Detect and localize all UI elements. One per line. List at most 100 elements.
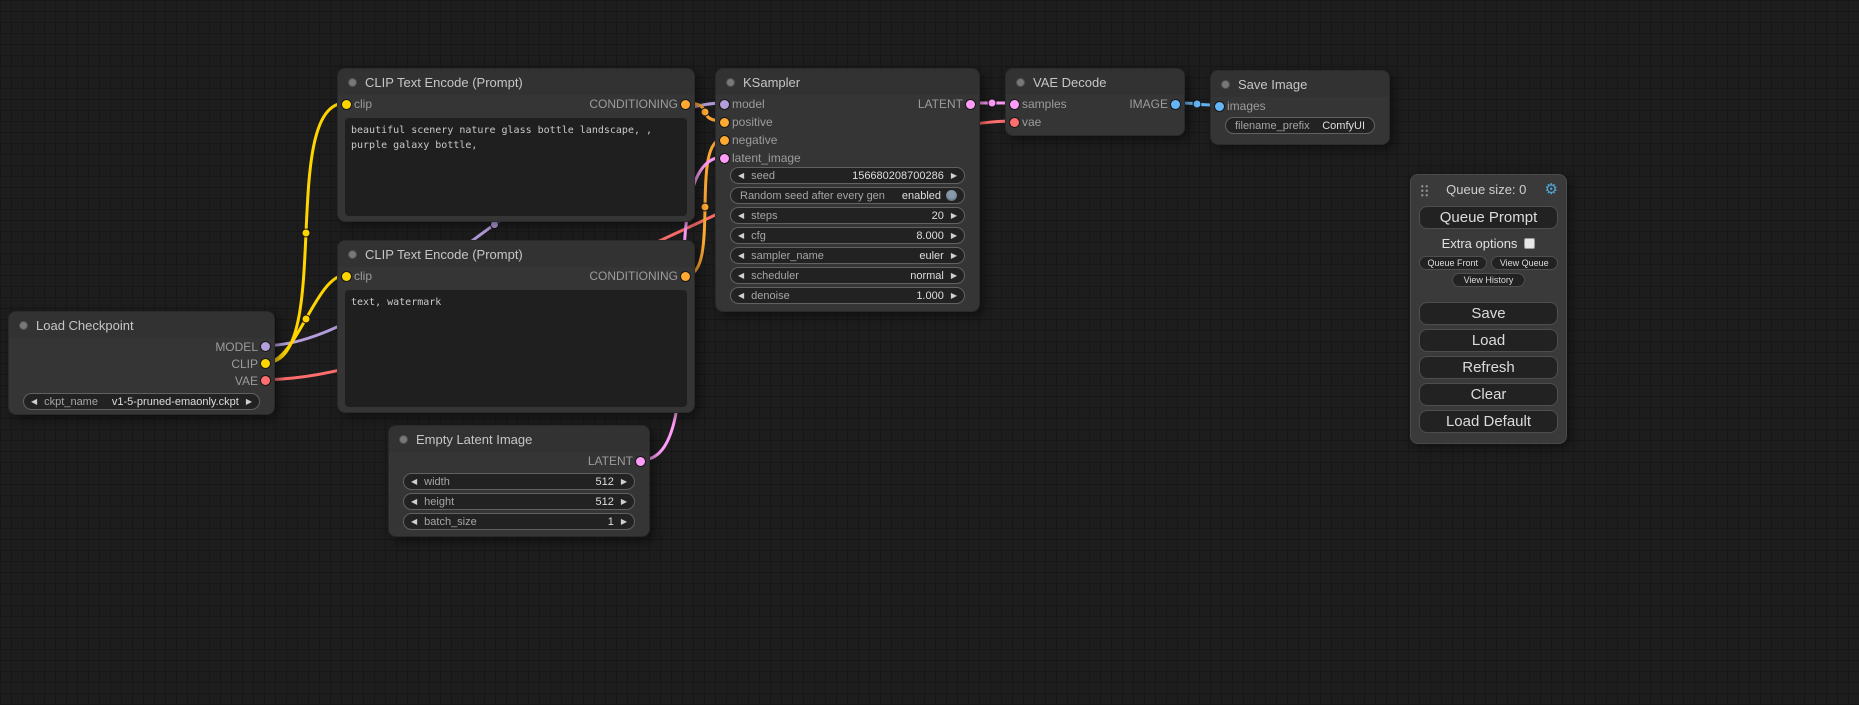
decrement-arrow-icon[interactable]: ◀ xyxy=(411,478,417,486)
vae-input-dot[interactable] xyxy=(1010,118,1019,127)
node-load-checkpoint[interactable]: Load Checkpoint MODEL CLIP VAE ◀ ckpt_na… xyxy=(8,311,275,415)
sampler-name-widget[interactable]: ◀ sampler_name euler ▶ xyxy=(730,247,965,264)
increment-arrow-icon[interactable]: ▶ xyxy=(951,172,957,180)
node-title: Save Image xyxy=(1238,77,1307,92)
node-save-image[interactable]: Save Image images filename_prefix ComfyU… xyxy=(1210,70,1390,145)
queue-panel[interactable]: Queue size: 0 ⚙ Queue Prompt Extra optio… xyxy=(1410,174,1567,444)
collapse-dot-icon[interactable] xyxy=(1016,78,1025,87)
positive-prompt-textarea[interactable]: beautiful scenery nature glass bottle la… xyxy=(345,118,687,216)
widget-label: seed xyxy=(751,170,775,182)
positive-input-dot[interactable] xyxy=(720,118,729,127)
seed-widget[interactable]: ◀ seed 156680208700286 ▶ xyxy=(730,167,965,184)
image-output-dot[interactable] xyxy=(1171,100,1180,109)
latent-output-dot[interactable] xyxy=(636,457,645,466)
conditioning-output-dot[interactable] xyxy=(681,272,690,281)
decrement-arrow-icon[interactable]: ◀ xyxy=(738,232,744,240)
model-output-slot: MODEL xyxy=(9,338,274,355)
collapse-dot-icon[interactable] xyxy=(19,321,28,330)
decrement-arrow-icon[interactable]: ◀ xyxy=(738,172,744,180)
node-titlebar[interactable]: CLIP Text Encode (Prompt) xyxy=(338,69,694,95)
increment-arrow-icon[interactable]: ▶ xyxy=(621,498,627,506)
node-empty-latent-image[interactable]: Empty Latent Image LATENT ◀ width 512 ▶ … xyxy=(388,425,650,537)
increment-arrow-icon[interactable]: ▶ xyxy=(621,518,627,526)
model-input-dot[interactable] xyxy=(720,100,729,109)
vae-slot-row: vae xyxy=(1006,113,1184,131)
node-graph-canvas[interactable]: Load Checkpoint MODEL CLIP VAE ◀ ckpt_na… xyxy=(0,0,1859,705)
cfg-widget[interactable]: ◀ cfg 8.000 ▶ xyxy=(730,227,965,244)
collapse-dot-icon[interactable] xyxy=(399,435,408,444)
widget-value: 1 xyxy=(608,516,614,528)
node-titlebar[interactable]: Empty Latent Image xyxy=(389,426,649,452)
view-queue-button[interactable]: View Queue xyxy=(1491,256,1559,270)
increment-arrow-icon[interactable]: ▶ xyxy=(951,292,957,300)
widget-label: height xyxy=(424,496,454,508)
drag-handle-icon[interactable] xyxy=(1419,183,1428,197)
load-button[interactable]: Load xyxy=(1419,329,1558,352)
filename-prefix-widget[interactable]: filename_prefix ComfyUI xyxy=(1225,117,1375,134)
decrement-arrow-icon[interactable]: ◀ xyxy=(411,518,417,526)
increment-arrow-icon[interactable]: ▶ xyxy=(246,398,252,406)
increment-arrow-icon[interactable]: ▶ xyxy=(951,232,957,240)
widget-value: enabled xyxy=(902,190,941,202)
latent-output-slot: LATENT xyxy=(389,452,649,470)
decrement-arrow-icon[interactable]: ◀ xyxy=(738,272,744,280)
queue-prompt-button[interactable]: Queue Prompt xyxy=(1419,206,1558,229)
samples-input-dot[interactable] xyxy=(1010,100,1019,109)
batch-size-widget[interactable]: ◀ batch_size 1 ▶ xyxy=(403,513,635,530)
refresh-button[interactable]: Refresh xyxy=(1419,356,1558,379)
conditioning-output-dot[interactable] xyxy=(681,100,690,109)
node-clip-text-encode-positive[interactable]: CLIP Text Encode (Prompt) clip CONDITION… xyxy=(337,68,695,222)
increment-arrow-icon[interactable]: ▶ xyxy=(951,252,957,260)
collapse-dot-icon[interactable] xyxy=(348,250,357,259)
clip-input-dot[interactable] xyxy=(342,272,351,281)
settings-gear-icon[interactable]: ⚙ xyxy=(1545,182,1558,197)
save-button[interactable]: Save xyxy=(1419,302,1558,325)
wire-midpoint-dot xyxy=(701,108,709,116)
collapse-dot-icon[interactable] xyxy=(1221,80,1230,89)
model-output-dot[interactable] xyxy=(261,342,270,351)
clear-button[interactable]: Clear xyxy=(1419,383,1558,406)
queue-panel-header: Queue size: 0 ⚙ xyxy=(1419,181,1558,198)
node-titlebar[interactable]: KSampler xyxy=(716,69,979,95)
queue-front-button[interactable]: Queue Front xyxy=(1419,256,1487,270)
widget-label: cfg xyxy=(751,230,766,242)
clip-output-dot[interactable] xyxy=(261,359,270,368)
decrement-arrow-icon[interactable]: ◀ xyxy=(411,498,417,506)
node-vae-decode[interactable]: VAE Decode samples IMAGE vae xyxy=(1005,68,1185,136)
extra-options-checkbox[interactable] xyxy=(1524,238,1535,249)
decrement-arrow-icon[interactable]: ◀ xyxy=(31,398,37,406)
negative-prompt-textarea[interactable]: text, watermark xyxy=(345,290,687,407)
steps-widget[interactable]: ◀ steps 20 ▶ xyxy=(730,207,965,224)
node-titlebar[interactable]: CLIP Text Encode (Prompt) xyxy=(338,241,694,267)
decrement-arrow-icon[interactable]: ◀ xyxy=(738,212,744,220)
node-titlebar[interactable]: Save Image xyxy=(1211,71,1389,97)
increment-arrow-icon[interactable]: ▶ xyxy=(621,478,627,486)
increment-arrow-icon[interactable]: ▶ xyxy=(951,212,957,220)
node-titlebar[interactable]: VAE Decode xyxy=(1006,69,1184,95)
collapse-dot-icon[interactable] xyxy=(348,78,357,87)
vae-output-dot[interactable] xyxy=(261,376,270,385)
width-widget[interactable]: ◀ width 512 ▶ xyxy=(403,473,635,490)
collapse-dot-icon[interactable] xyxy=(726,78,735,87)
view-history-button[interactable]: View History xyxy=(1452,273,1524,287)
clip-input-dot[interactable] xyxy=(342,100,351,109)
latent-image-input-dot[interactable] xyxy=(720,154,729,163)
height-widget[interactable]: ◀ height 512 ▶ xyxy=(403,493,635,510)
random-seed-toggle-widget[interactable]: Random seed after every gen enabled xyxy=(730,187,965,204)
wire-midpoint-dot xyxy=(302,315,310,323)
decrement-arrow-icon[interactable]: ◀ xyxy=(738,252,744,260)
load-default-button[interactable]: Load Default xyxy=(1419,410,1558,433)
images-input-dot[interactable] xyxy=(1215,102,1224,111)
widget-value: 512 xyxy=(595,476,613,488)
scheduler-widget[interactable]: ◀ scheduler normal ▶ xyxy=(730,267,965,284)
increment-arrow-icon[interactable]: ▶ xyxy=(951,272,957,280)
toggle-knob[interactable] xyxy=(946,190,957,201)
node-titlebar[interactable]: Load Checkpoint xyxy=(9,312,274,338)
ckpt-name-widget[interactable]: ◀ ckpt_name v1-5-pruned-emaonly.ckpt ▶ xyxy=(23,393,260,410)
node-clip-text-encode-negative[interactable]: CLIP Text Encode (Prompt) clip CONDITION… xyxy=(337,240,695,413)
negative-input-dot[interactable] xyxy=(720,136,729,145)
latent-output-dot[interactable] xyxy=(966,100,975,109)
decrement-arrow-icon[interactable]: ◀ xyxy=(738,292,744,300)
node-ksampler[interactable]: KSampler model LATENT positive negative … xyxy=(715,68,980,312)
denoise-widget[interactable]: ◀ denoise 1.000 ▶ xyxy=(730,287,965,304)
